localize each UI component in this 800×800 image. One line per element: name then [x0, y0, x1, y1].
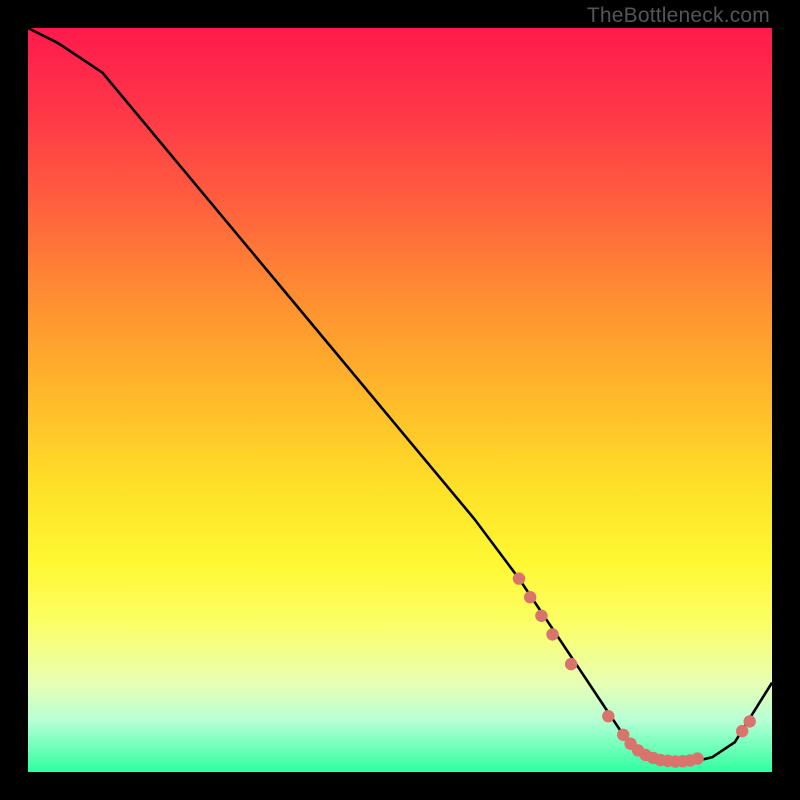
curve-marker: [602, 710, 614, 722]
watermark-label: TheBottleneck.com: [587, 4, 770, 28]
curve-marker: [744, 715, 756, 727]
curve-marker: [736, 725, 748, 737]
bottleneck-curve: [28, 28, 772, 762]
curve-marker: [524, 591, 536, 603]
curve-marker: [691, 752, 703, 764]
curve-marker: [513, 572, 525, 584]
curve-marker: [535, 610, 547, 622]
chart-frame: TheBottleneck.com: [0, 0, 800, 800]
curve-marker: [546, 628, 558, 640]
curve-markers: [513, 572, 756, 767]
curve-overlay: [28, 28, 772, 772]
curve-marker: [565, 658, 577, 670]
